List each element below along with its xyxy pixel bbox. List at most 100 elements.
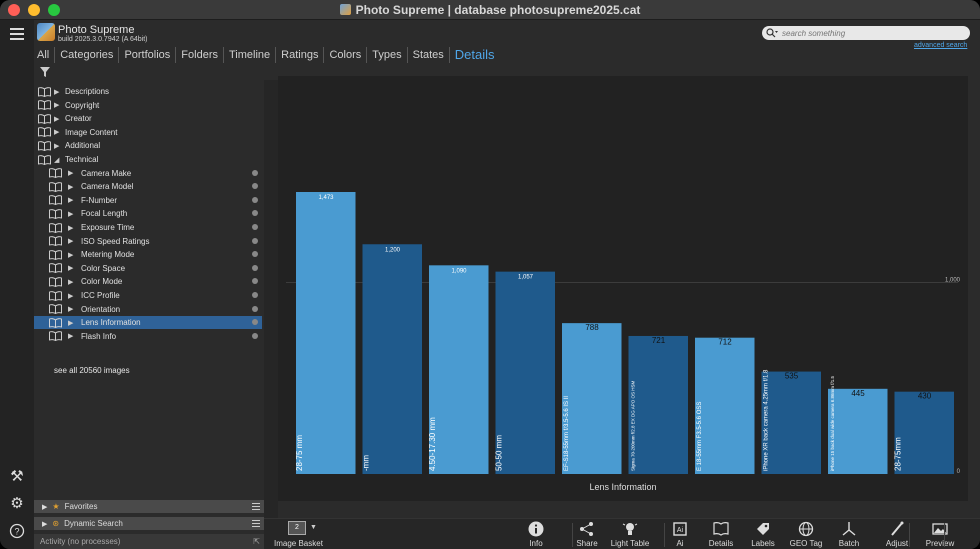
- facet-dot-icon: [252, 251, 258, 258]
- light-table-button[interactable]: Light Table: [610, 519, 650, 549]
- bar-1: [296, 192, 356, 474]
- book-icon: [49, 277, 62, 287]
- search-box[interactable]: [762, 26, 970, 40]
- details-button[interactable]: Details: [701, 519, 741, 549]
- batch-button[interactable]: Batch: [829, 519, 869, 549]
- tab-types[interactable]: Types: [366, 47, 406, 63]
- geo-tag-button[interactable]: GEO Tag: [786, 519, 826, 549]
- advanced-search-link[interactable]: advanced search: [914, 42, 967, 49]
- expand-arrow-icon[interactable]: ▶: [68, 292, 76, 300]
- gear-icon[interactable]: ⚙: [9, 496, 25, 512]
- tree-item-icc-profile[interactable]: ▶ ICC Profile: [34, 289, 262, 302]
- tree-item-copyright[interactable]: ▶ Copyright: [34, 99, 262, 112]
- tree-item-label: Focal Length: [81, 209, 128, 219]
- tree-item-f-number[interactable]: ▶ F-Number: [34, 194, 262, 207]
- expand-arrow-icon[interactable]: ▶: [68, 305, 76, 313]
- tree-item-camera-make[interactable]: ▶ Camera Make: [34, 167, 262, 180]
- tab-timeline[interactable]: Timeline: [222, 47, 275, 63]
- tree-item-creator[interactable]: ▶ Creator: [34, 112, 262, 125]
- share-button[interactable]: Share: [567, 519, 607, 549]
- book-icon: [38, 127, 51, 138]
- tree-item-label: Color Space: [81, 263, 126, 273]
- app-title-icon: [339, 4, 351, 15]
- popout-icon[interactable]: ⇱: [253, 534, 260, 549]
- tab-states[interactable]: States: [406, 47, 449, 63]
- labels-button[interactable]: Labels: [743, 519, 783, 549]
- tree-item-color-mode[interactable]: ▶ Color Mode: [34, 275, 262, 288]
- expand-arrow-icon[interactable]: ▶: [68, 169, 76, 177]
- book-icon: [49, 263, 62, 274]
- tree-item-focal-length[interactable]: ▶ Focal Length: [34, 207, 262, 220]
- activity-label: Activity (no processes): [40, 537, 121, 546]
- expand-arrow-icon[interactable]: ▶: [68, 183, 76, 191]
- panel-menu-icon[interactable]: [252, 520, 260, 529]
- tree-item-additional[interactable]: ▶ Additional: [34, 139, 262, 152]
- help-icon[interactable]: ?: [9, 523, 25, 539]
- expand-arrow-icon[interactable]: ▶: [54, 88, 62, 96]
- ai-button[interactable]: Ai Ai: [660, 519, 700, 549]
- panel-menu-icon[interactable]: [252, 503, 260, 512]
- bar-4: [495, 271, 555, 474]
- tree-item-technical[interactable]: ◢ Technical: [34, 153, 262, 166]
- expand-arrow-icon[interactable]: ▶: [68, 264, 76, 272]
- expand-arrow-icon[interactable]: ▶: [68, 319, 76, 327]
- bar-value-label: 1,057: [518, 275, 534, 281]
- tree-item-iso-speed-ratings[interactable]: ▶ ISO Speed Ratings: [34, 235, 262, 248]
- tab-details[interactable]: Details: [448, 47, 500, 63]
- lens-information-chart: 1,00001,47328-75 mm1,200-mm1,0904.50-17.…: [278, 76, 968, 501]
- expand-arrow-icon[interactable]: ▶: [68, 251, 76, 259]
- tree-item-image-content[interactable]: ▶ Image Content: [34, 126, 262, 139]
- expand-arrow-icon[interactable]: ▶: [68, 278, 76, 286]
- image-basket[interactable]: 2 ▼ Image Basket: [274, 521, 334, 549]
- tree-item-label: ICC Profile: [81, 291, 120, 300]
- expand-arrow-icon[interactable]: ▶: [68, 224, 76, 232]
- expand-arrow-icon[interactable]: ▶: [68, 332, 76, 340]
- search-input[interactable]: [782, 28, 962, 38]
- tree-item-descriptions[interactable]: ▶ Descriptions: [34, 85, 262, 98]
- expand-arrow-icon[interactable]: ▶: [68, 237, 76, 245]
- tab-categories[interactable]: Categories: [54, 47, 118, 63]
- book-icon: [49, 236, 62, 247]
- expand-arrow-icon: ▶: [42, 520, 48, 528]
- expand-arrow-icon[interactable]: ▶: [54, 128, 62, 136]
- maximize-window-button[interactable]: [48, 4, 60, 16]
- tree-item-flash-info[interactable]: ▶ Flash Info: [34, 330, 262, 343]
- tree-item-lens-information[interactable]: ▶ Lens Information: [34, 316, 262, 330]
- bar-2: [362, 244, 422, 474]
- book-icon: [49, 317, 62, 328]
- book-icon: [49, 304, 62, 315]
- tools-icon[interactable]: ⚒: [9, 469, 25, 485]
- tab-ratings[interactable]: Ratings: [275, 47, 323, 63]
- toolbar-label: Adjust: [885, 539, 909, 548]
- tab-folders[interactable]: Folders: [175, 47, 223, 63]
- expand-arrow-icon[interactable]: ▶: [68, 210, 76, 218]
- expand-arrow-icon[interactable]: ▶: [54, 115, 62, 123]
- info-button[interactable]: Info: [516, 519, 556, 549]
- tab-all[interactable]: All: [37, 47, 54, 63]
- expand-arrow-icon[interactable]: ▶: [54, 142, 62, 150]
- tab-portfolios[interactable]: Portfolios: [118, 47, 175, 63]
- close-window-button[interactable]: [8, 4, 20, 16]
- light-table-icon: [621, 521, 639, 537]
- collapse-arrow-icon[interactable]: ◢: [54, 156, 62, 164]
- preview-button[interactable]: Preview: [920, 519, 960, 549]
- see-all-images-link[interactable]: see all 20560 images: [54, 366, 130, 375]
- tree-item-camera-model[interactable]: ▶ Camera Model: [34, 180, 262, 193]
- favorites-panel[interactable]: ▶ ★ Favorites: [34, 500, 264, 514]
- tree-item-metering-mode[interactable]: ▶ Metering Mode: [34, 248, 262, 261]
- tree-item-label: Copyright: [65, 100, 100, 110]
- toolbar-label: Details: [708, 539, 734, 548]
- expand-arrow-icon[interactable]: ▶: [68, 196, 76, 204]
- minimize-window-button[interactable]: [28, 4, 40, 16]
- chevron-down-icon[interactable]: ▼: [310, 524, 317, 531]
- tree-item-color-space[interactable]: ▶ Color Space: [34, 262, 262, 275]
- dynamic-search-panel[interactable]: ▶ ⊛ Dynamic Search: [34, 517, 264, 531]
- tab-colors[interactable]: Colors: [323, 47, 366, 63]
- expand-arrow-icon[interactable]: ▶: [54, 101, 62, 109]
- adjust-button[interactable]: Adjust: [877, 519, 917, 549]
- tree-item-orientation[interactable]: ▶ Orientation: [34, 303, 262, 316]
- panel-splitter[interactable]: [264, 80, 278, 518]
- filter-icon[interactable]: [40, 67, 50, 77]
- main-menu-icon[interactable]: [10, 28, 24, 43]
- tree-item-exposure-time[interactable]: ▶ Exposure Time: [34, 221, 262, 234]
